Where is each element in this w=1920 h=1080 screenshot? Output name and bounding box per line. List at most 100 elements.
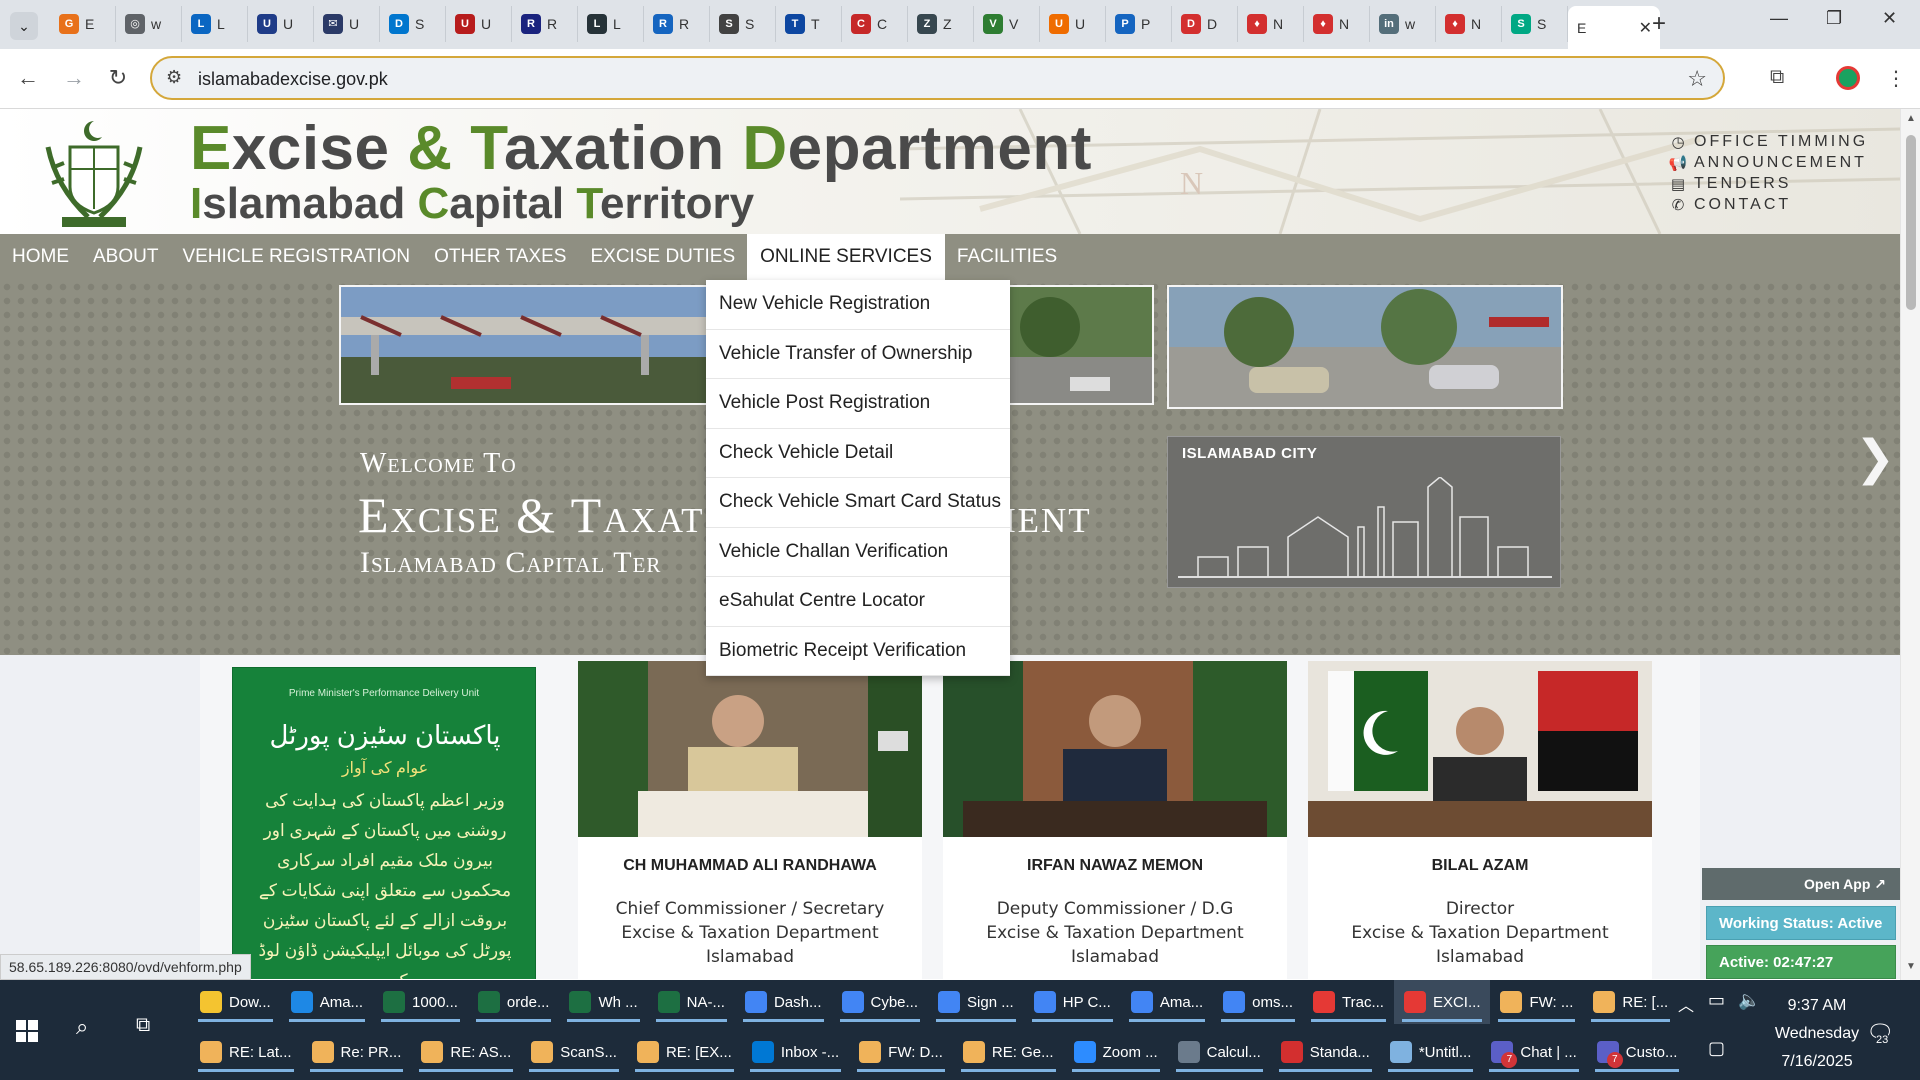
- taskbar-app[interactable]: RE: AS...: [411, 1030, 521, 1074]
- slider-next-arrow-icon[interactable]: ❯: [1855, 430, 1895, 486]
- taskbar-app[interactable]: Ama...: [281, 980, 373, 1024]
- taskbar-app[interactable]: Cybe...: [832, 980, 929, 1024]
- browser-tab[interactable]: RR: [644, 6, 710, 42]
- nav-item-other-taxes[interactable]: OTHER TAXES: [422, 234, 578, 280]
- taskbar-app[interactable]: Ama...: [1121, 980, 1213, 1024]
- taskbar-app[interactable]: FW: D...: [849, 1030, 953, 1074]
- taskbar-app[interactable]: Trac...: [1303, 980, 1394, 1024]
- show-hidden-icons-chevron-icon[interactable]: ︿: [1678, 992, 1694, 1016]
- extensions-puzzle-icon[interactable]: ⧉: [1770, 66, 1784, 89]
- browser-tab[interactable]: SS: [1502, 6, 1568, 42]
- bookmark-star-icon[interactable]: ☆: [1687, 66, 1707, 92]
- nav-item-online-services[interactable]: ONLINE SERVICES: [747, 234, 945, 280]
- scroll-down-arrow-icon[interactable]: ▼: [1906, 961, 1916, 972]
- browser-tab[interactable]: GE: [50, 6, 116, 42]
- site-info-icon[interactable]: ⚙: [166, 67, 182, 88]
- system-clock[interactable]: 9:37 AM Wednesday 7/16/2025: [1762, 992, 1872, 1076]
- taskbar-app[interactable]: Sign ...: [928, 980, 1024, 1024]
- menu-item-check-vehicle-smart-card-status[interactable]: Check Vehicle Smart Card Status: [706, 478, 1010, 528]
- open-app-button[interactable]: Open App ↗: [1702, 868, 1900, 900]
- taskbar-app[interactable]: RE: Ge...: [953, 1030, 1064, 1074]
- taskbar-app[interactable]: NA-...: [648, 980, 735, 1024]
- scrollbar-thumb[interactable]: [1906, 135, 1916, 310]
- notifications-icon[interactable]: 🗨 23: [1866, 1020, 1894, 1046]
- nav-item-about[interactable]: ABOUT: [81, 234, 170, 280]
- forward-arrow-icon[interactable]: →: [60, 65, 88, 91]
- taskbar-app[interactable]: HP C...: [1024, 980, 1121, 1024]
- browser-tab[interactable]: ZZ: [908, 6, 974, 42]
- taskbar-app[interactable]: RE: Lat...: [190, 1030, 302, 1074]
- browser-tab[interactable]: ♦ N: [1436, 6, 1502, 42]
- task-view-icon[interactable]: ⧉: [136, 1014, 150, 1037]
- taskbar-app[interactable]: RE: [EX...: [627, 1030, 742, 1074]
- menu-item-esahulat-centre-locator[interactable]: eSahulat Centre Locator: [706, 577, 1010, 627]
- official-card-2[interactable]: IRFAN NAWAZ MEMON Deputy Commissioner / …: [943, 661, 1287, 979]
- official-card-3[interactable]: BILAL AZAM Director Excise & Taxation De…: [1308, 661, 1652, 979]
- taskbar-app[interactable]: orde...: [468, 980, 560, 1024]
- menu-item-biometric-receipt-verification[interactable]: Biometric Receipt Verification: [706, 627, 1010, 676]
- page-scrollbar[interactable]: ▲ ▼: [1900, 109, 1920, 980]
- taskbar-app[interactable]: 7 Chat | ...: [1481, 1030, 1586, 1074]
- citizen-portal-card[interactable]: Prime Minister's Performance Delivery Un…: [232, 667, 536, 979]
- windows-start-icon[interactable]: [16, 1020, 38, 1042]
- search-icon[interactable]: ⌕: [76, 1014, 88, 1040]
- taskbar-app[interactable]: Dow...: [190, 980, 281, 1024]
- address-bar[interactable]: ⚙ islamabadexcise.gov.pk ☆: [150, 56, 1725, 100]
- taskbar-app[interactable]: Standa...: [1271, 1030, 1380, 1074]
- menu-kebab-icon[interactable]: ⋮: [1886, 66, 1906, 91]
- menu-item-check-vehicle-detail[interactable]: Check Vehicle Detail: [706, 429, 1010, 478]
- menu-item-vehicle-transfer-of-ownership[interactable]: Vehicle Transfer of Ownership: [706, 330, 1010, 379]
- back-arrow-icon[interactable]: ←: [14, 65, 42, 91]
- browser-tab[interactable]: TT: [776, 6, 842, 42]
- taskbar-app[interactable]: *Untitl...: [1380, 1030, 1482, 1074]
- browser-tab[interactable]: ◎ w: [116, 6, 182, 42]
- browser-tab[interactable]: SS: [710, 6, 776, 42]
- browser-tab[interactable]: RR: [512, 6, 578, 42]
- nav-item-home[interactable]: HOME: [0, 234, 81, 280]
- header-link-announcement[interactable]: 📢 ANNOUNCEMENT: [1668, 152, 1868, 173]
- window-close-icon[interactable]: ✕: [1882, 8, 1897, 29]
- browser-tab[interactable]: ♦ N: [1304, 6, 1370, 42]
- browser-tab[interactable]: VV: [974, 6, 1040, 42]
- new-tab-plus-icon[interactable]: +: [1652, 10, 1666, 38]
- taskbar-app[interactable]: Zoom ...: [1064, 1030, 1168, 1074]
- taskbar-app[interactable]: Inbox -...: [742, 1030, 849, 1074]
- taskbar-app[interactable]: EXCI...: [1393, 980, 1491, 1024]
- browser-tab[interactable]: ♦ N: [1238, 6, 1304, 42]
- browser-tab[interactable]: CC: [842, 6, 908, 42]
- reload-icon[interactable]: ↻: [104, 65, 132, 91]
- taskbar-app[interactable]: RE: [...: [1583, 980, 1678, 1024]
- taskbar-app[interactable]: Dash...: [735, 980, 832, 1024]
- scroll-up-arrow-icon[interactable]: ▲: [1906, 113, 1916, 124]
- nav-item-excise-duties[interactable]: EXCISE DUTIES: [578, 234, 747, 280]
- browser-tab[interactable]: in w: [1370, 6, 1436, 42]
- nav-item-vehicle-registration[interactable]: VEHICLE REGISTRATION: [170, 234, 422, 280]
- browser-tab[interactable]: ✉ U: [314, 6, 380, 42]
- browser-tab[interactable]: DD: [1172, 6, 1238, 42]
- browser-tab[interactable]: LL: [578, 6, 644, 42]
- restore-icon[interactable]: ❐: [1826, 8, 1842, 29]
- header-link-contact[interactable]: ✆ CONTACT: [1668, 194, 1868, 215]
- taskbar-app[interactable]: Wh ...: [559, 980, 647, 1024]
- profile-avatar[interactable]: [1836, 66, 1860, 90]
- header-link-tenders[interactable]: ▤ TENDERS: [1668, 173, 1868, 194]
- action-center-icon[interactable]: ▢: [1708, 1038, 1725, 1059]
- minimize-icon[interactable]: —: [1770, 8, 1788, 29]
- tab-search-chevron-icon[interactable]: ⌄: [10, 12, 38, 40]
- browser-tab[interactable]: UU: [248, 6, 314, 42]
- browser-tab-active[interactable]: E ✕: [1568, 6, 1660, 49]
- browser-tab[interactable]: UU: [446, 6, 512, 42]
- taskbar-app[interactable]: 7 Custo...: [1587, 1030, 1688, 1074]
- browser-tab[interactable]: LL: [182, 6, 248, 42]
- browser-tab[interactable]: UU: [1040, 6, 1106, 42]
- taskbar-app[interactable]: Calcul...: [1168, 1030, 1271, 1074]
- taskbar-app[interactable]: oms...: [1213, 980, 1303, 1024]
- menu-item-new-vehicle-registration[interactable]: New Vehicle Registration: [706, 280, 1010, 330]
- taskbar-app[interactable]: 1000...: [373, 980, 468, 1024]
- address-url[interactable]: islamabadexcise.gov.pk: [198, 69, 388, 90]
- taskbar-app[interactable]: FW: ...: [1490, 980, 1583, 1024]
- taskbar-app[interactable]: Re: PR...: [302, 1030, 412, 1074]
- volume-icon[interactable]: 🔈: [1738, 990, 1760, 1011]
- taskbar-app[interactable]: ScanS...: [521, 1030, 627, 1074]
- nav-item-facilities[interactable]: FACILITIES: [945, 234, 1069, 280]
